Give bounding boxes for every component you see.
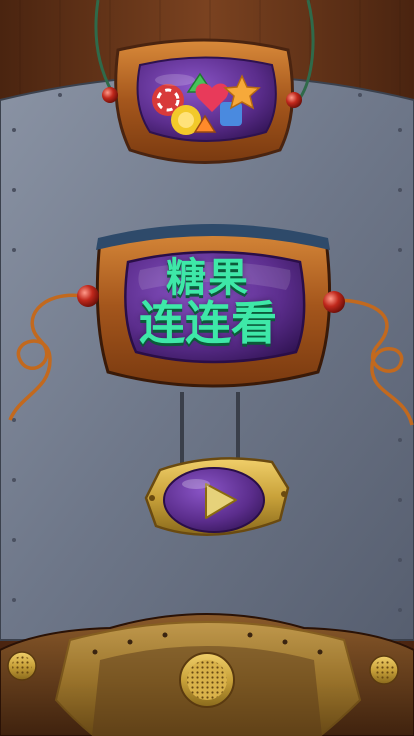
game-title-line2: 连连看 xyxy=(139,296,277,350)
game-scene xyxy=(0,0,414,736)
title-screen-bulb-right xyxy=(323,291,345,313)
speaker-left xyxy=(7,651,37,681)
game-title-line1: 糖果 xyxy=(166,255,250,301)
title-screen-bulb-left xyxy=(77,285,99,307)
speaker-center xyxy=(179,652,235,708)
connector-rod-right xyxy=(236,392,240,464)
play-button[interactable] xyxy=(150,458,280,540)
game-title: 糖果 连连看 xyxy=(128,258,288,346)
top-screen-bulb-left xyxy=(102,87,118,103)
candy-preview-screen xyxy=(114,38,294,164)
connector-rod-left xyxy=(180,392,184,464)
speaker-right xyxy=(369,655,399,685)
top-screen-bulb-right xyxy=(286,92,302,108)
